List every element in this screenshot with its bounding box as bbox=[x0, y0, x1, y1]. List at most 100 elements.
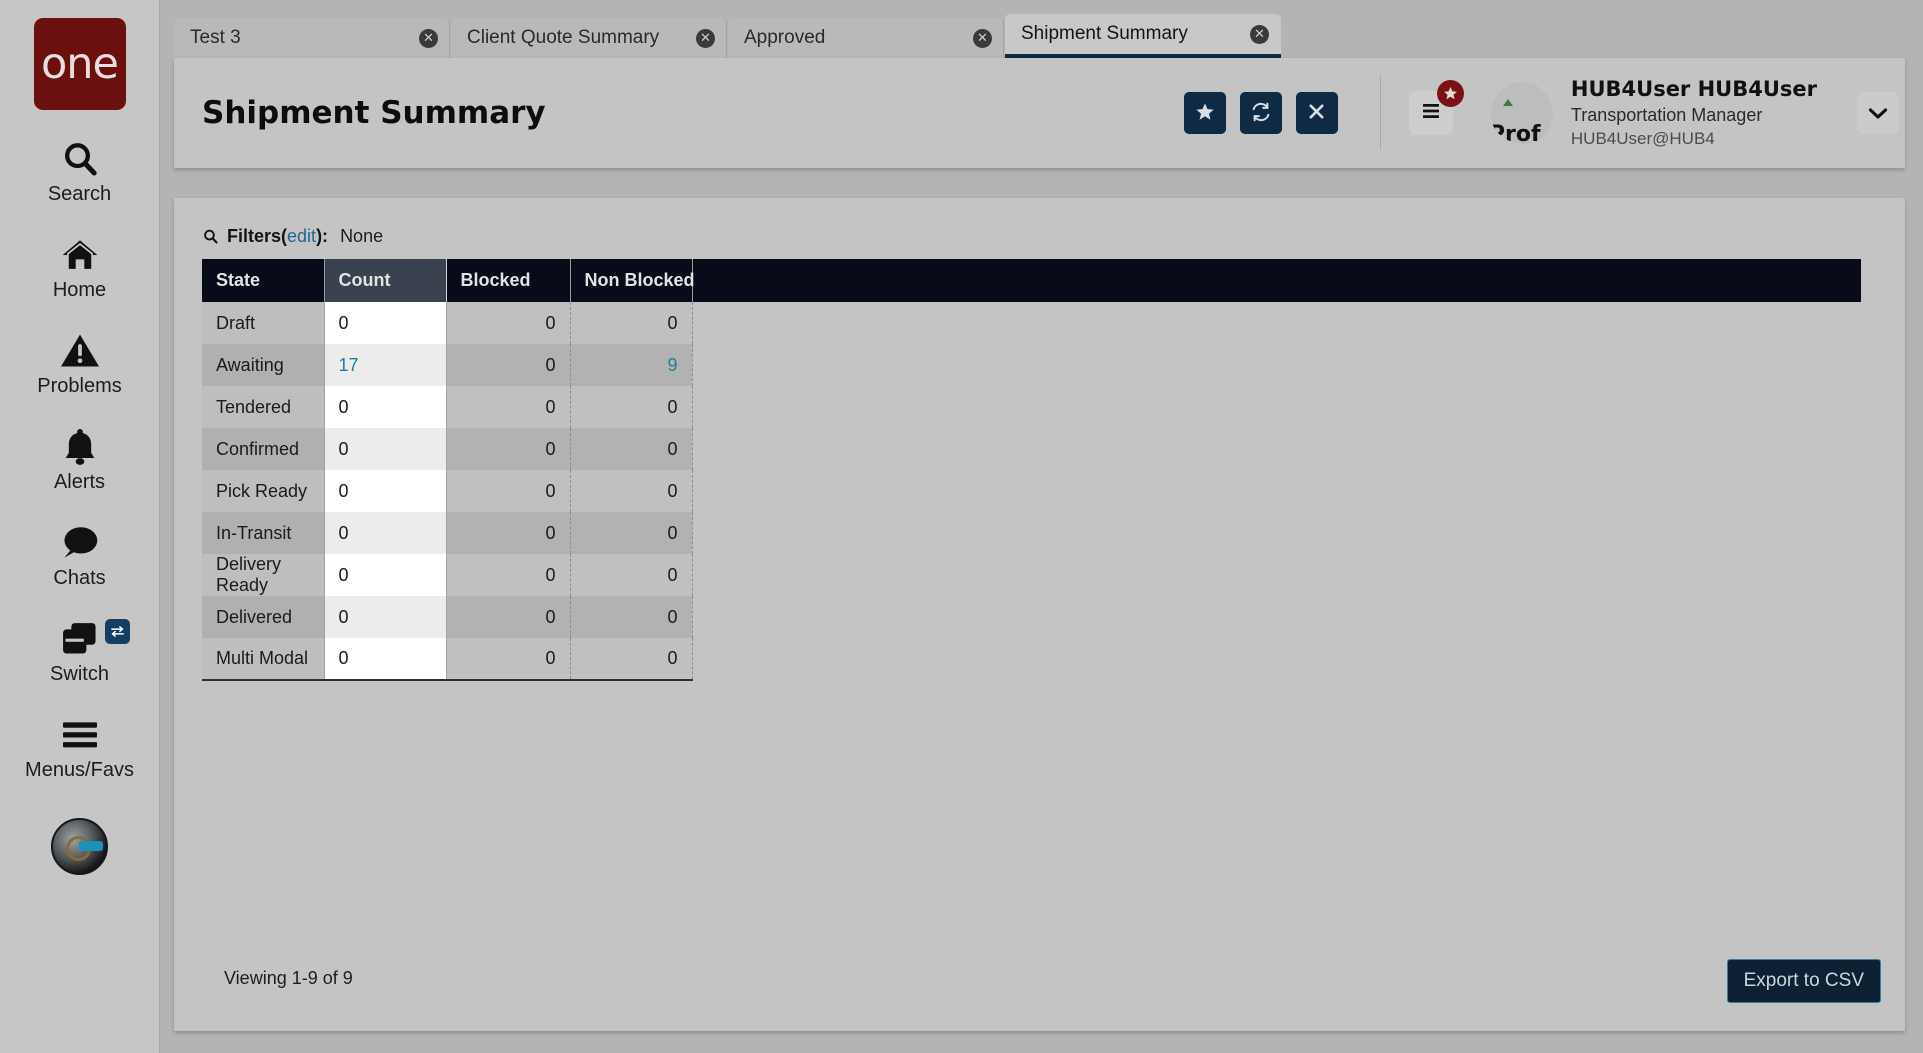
favorite-button[interactable] bbox=[1183, 92, 1226, 134]
close-circle-icon[interactable]: ✕ bbox=[973, 28, 992, 48]
filters-paren-close: ): bbox=[316, 226, 329, 246]
cell-count: 0 bbox=[324, 512, 447, 554]
cell-blocked: 0 bbox=[446, 386, 571, 428]
cell-state: Delivered bbox=[202, 596, 325, 638]
filters-bar: Filters ( edit ): None bbox=[174, 198, 1905, 247]
user-profile[interactable]: Prof HUB4User HUB4User Transportation Ma… bbox=[1490, 76, 1905, 150]
cell-spacer bbox=[692, 386, 1861, 428]
close-button[interactable] bbox=[1295, 92, 1338, 134]
cell-blocked: 0 bbox=[446, 638, 571, 681]
cell-non-blocked: 0 bbox=[570, 596, 693, 638]
cell-blocked: 0 bbox=[446, 302, 571, 344]
refresh-icon bbox=[1250, 101, 1272, 126]
table-row: Awaiting 17 0 9 bbox=[202, 344, 1861, 386]
cell-count: 0 bbox=[324, 596, 447, 638]
close-circle-icon[interactable]: ✕ bbox=[1250, 24, 1269, 44]
header-divider bbox=[1379, 76, 1381, 150]
cell-count: 0 bbox=[324, 638, 447, 681]
tab-label: Approved bbox=[744, 27, 826, 48]
cell-state: Pick Ready bbox=[202, 470, 325, 512]
filters-edit-link[interactable]: edit bbox=[287, 226, 316, 247]
menu-button[interactable] bbox=[1408, 80, 1464, 135]
sidebar-item-search[interactable]: Search bbox=[0, 137, 160, 206]
page-header: Shipment Summary Prof HUB4User HUB4User … bbox=[174, 58, 1905, 168]
tab-test-3[interactable]: Test 3 ✕ bbox=[174, 18, 450, 58]
main-area: Test 3 ✕ Client Quote Summary ✕ Approved… bbox=[160, 0, 1923, 1053]
sidebar-item-label: Home bbox=[52, 279, 107, 301]
cell-spacer bbox=[692, 554, 1861, 596]
export-to-csv-button[interactable]: Export to CSV bbox=[1726, 959, 1881, 1003]
sidebar-item-home[interactable]: Home bbox=[0, 233, 160, 302]
search-icon bbox=[54, 137, 106, 181]
table-row: Pick Ready 0 0 0 bbox=[202, 470, 1861, 512]
tab-client-quote-summary[interactable]: Client Quote Summary ✕ bbox=[451, 18, 727, 58]
tab-shipment-summary[interactable]: Shipment Summary ✕ bbox=[1005, 14, 1281, 58]
sidebar-item-label: Problems bbox=[37, 375, 122, 397]
table-row: Tendered 0 0 0 bbox=[202, 386, 1861, 428]
chat-bubble-icon bbox=[54, 521, 106, 565]
filters-label: Filters bbox=[227, 226, 282, 246]
star-icon bbox=[1195, 102, 1215, 125]
column-header-non-blocked[interactable]: Non Blocked bbox=[570, 259, 695, 302]
cell-non-blocked: 0 bbox=[570, 554, 693, 596]
chevron-down-icon[interactable] bbox=[1857, 92, 1899, 134]
cell-spacer bbox=[692, 302, 1861, 344]
logo-text: one bbox=[40, 39, 119, 89]
summary-table-wrapper: State Count Blocked Non Blocked Draft 0 0 0… bbox=[202, 259, 1861, 681]
search-icon bbox=[202, 228, 219, 245]
cell-blocked: 0 bbox=[446, 428, 571, 470]
sidebar-item-chats[interactable]: Chats bbox=[0, 521, 160, 590]
robot-avatar-icon[interactable] bbox=[51, 818, 108, 875]
sidebar-item-label: Alerts bbox=[53, 471, 106, 493]
avatar: Prof bbox=[1490, 82, 1553, 144]
user-info: HUB4User HUB4User Transportation Manager… bbox=[1571, 76, 1817, 150]
user-role: Transportation Manager bbox=[1570, 104, 1763, 125]
warning-triangle-icon bbox=[54, 329, 106, 373]
table-header: State Count Blocked Non Blocked bbox=[202, 259, 1861, 302]
cell-non-blocked-link[interactable]: 9 bbox=[667, 355, 677, 375]
filters-value: None bbox=[340, 226, 384, 246]
sidebar-item-problems[interactable]: Problems bbox=[0, 329, 160, 398]
cell-count-link[interactable]: 17 bbox=[339, 355, 359, 375]
tab-bar: Test 3 ✕ Client Quote Summary ✕ Approved… bbox=[174, 14, 1282, 58]
sidebar-item-label: Menus/Favs bbox=[25, 759, 134, 781]
cell-count: 0 bbox=[324, 302, 447, 344]
column-header-state[interactable]: State bbox=[202, 259, 325, 302]
cell-blocked: 0 bbox=[446, 512, 571, 554]
column-header-blocked[interactable]: Blocked bbox=[446, 259, 571, 302]
close-circle-icon[interactable]: ✕ bbox=[419, 28, 438, 48]
table-row: Draft 0 0 0 bbox=[202, 302, 1861, 344]
sidebar: one Search Home Problems Alerts Chats Sw… bbox=[0, 0, 160, 1053]
tab-label: Client Quote Summary bbox=[467, 27, 660, 48]
sidebar-item-alerts[interactable]: Alerts bbox=[0, 425, 160, 494]
column-header-count[interactable]: Count bbox=[324, 259, 447, 302]
app-logo[interactable]: one bbox=[33, 18, 126, 110]
sidebar-item-switch[interactable]: Switch bbox=[0, 617, 160, 686]
sidebar-item-menus-favs[interactable]: Menus/Favs bbox=[0, 713, 160, 782]
swap-arrows-icon[interactable] bbox=[104, 619, 130, 644]
cell-non-blocked[interactable]: 9 bbox=[570, 344, 693, 386]
user-name: HUB4User HUB4User bbox=[1570, 77, 1817, 102]
table-row: Confirmed 0 0 0 bbox=[202, 428, 1861, 470]
close-circle-icon[interactable]: ✕ bbox=[696, 28, 715, 48]
refresh-button[interactable] bbox=[1239, 92, 1282, 134]
cell-spacer bbox=[692, 596, 1861, 638]
tab-label: Shipment Summary bbox=[1021, 23, 1188, 44]
sidebar-item-label: Search bbox=[47, 183, 112, 205]
cell-state: In-Transit bbox=[202, 512, 325, 554]
home-icon bbox=[54, 233, 106, 277]
table-row: Multi Modal 0 0 0 bbox=[202, 638, 1861, 681]
tab-label: Test 3 bbox=[190, 27, 241, 48]
x-icon bbox=[1307, 102, 1326, 124]
cell-state: Awaiting bbox=[202, 344, 325, 386]
tab-approved[interactable]: Approved ✕ bbox=[728, 18, 1004, 58]
cell-state: Draft bbox=[202, 302, 325, 344]
cell-spacer bbox=[692, 470, 1861, 512]
sidebar-item-label: Switch bbox=[50, 663, 109, 685]
table-row: In-Transit 0 0 0 bbox=[202, 512, 1861, 554]
cell-non-blocked: 0 bbox=[570, 638, 693, 681]
hamburger-icon bbox=[54, 713, 106, 757]
cell-count[interactable]: 17 bbox=[324, 344, 447, 386]
cell-blocked: 0 bbox=[446, 470, 571, 512]
cell-blocked: 0 bbox=[446, 344, 571, 386]
